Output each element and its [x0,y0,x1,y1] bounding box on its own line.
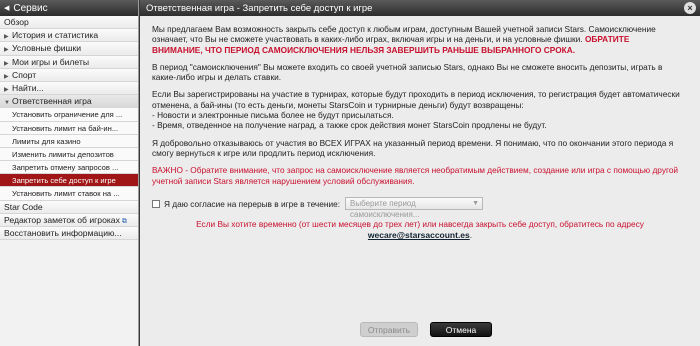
tournament-paragraph: Если Вы зарегистрированы на участие в ту… [152,89,682,130]
intro-paragraph: Мы предлагаем Вам возможность закрыть се… [152,24,682,55]
sidebar-item[interactable]: ▶ Условные фишки [0,42,138,56]
sidebar-item[interactable]: Установить лимит на бай-ин... [0,121,138,135]
sidebar-item[interactable]: ▶ Найти... [0,81,138,96]
sidebar-item-label: Ответственная игра [12,96,92,107]
info-text: Мы предлагаем Вам возможность закрыть се… [152,24,682,193]
panel-titlebar: Ответственная игра - Запретить себе дост… [140,0,700,16]
collapsed-triangle-icon: ▶ [4,73,9,80]
voluntary-paragraph: Я добровольно отказываюсь от участия во … [152,137,674,158]
sidebar: ◀ Сервис Обзор ▶ История и статистика ▶ Усло… [0,0,139,346]
sidebar-item-label: Восстановить информацию... [4,228,122,238]
collapse-arrow-icon: ◀ [4,5,10,12]
expanded-triangle-icon: ▼ [4,100,10,107]
email-suffix: . [469,230,473,240]
sidebar-item[interactable]: Установить лимит ставок на ... [0,187,138,201]
sidebar-item-label: История и статистика [12,30,99,41]
period-select[interactable]: Выберите период самоисключения... ▼ [345,197,484,219]
news-line: - Новости и электронные письма более не … [152,110,394,121]
sidebar-item[interactable]: Обзор [0,16,138,30]
sidebar-item[interactable]: Изменить лимиты депозитов [0,147,138,162]
intro-text: Мы предлагаем Вам возможность закрыть се… [152,24,656,45]
period-paragraph: В период "самоисключения" Вы можете вход… [152,61,663,83]
chevron-down-icon: ▼ [472,200,480,207]
collapsed-triangle-icon: ▶ [4,47,9,54]
panel-title: Ответственная игра - Запретить себе дост… [146,2,373,14]
cancel-button[interactable]: Отмена [430,322,492,337]
consent-checkbox[interactable] [152,199,160,208]
sidebar-item-label: Запретить себе доступ к игре [12,176,116,186]
sidebar-item-label: Мои игры и билеты [12,56,90,67]
consent-row: Я даю согласие на перерыв в игре в течен… [152,197,484,219]
sidebar-menu: Обзор ▶ История и статистика ▶ Условные фишк… [0,16,138,241]
period-select-placeholder: Выберите период самоисключения... [350,199,420,219]
sidebar-item-label: Запретить отмену запросов ... [12,163,119,173]
sidebar-item[interactable]: Запретить себе доступ к игре [0,174,138,188]
support-email-link[interactable]: wecare@starsaccount.es [368,230,470,240]
sidebar-item[interactable]: Восстановить информацию... [0,227,138,241]
sidebar-item[interactable]: ▶ Мои игры и билеты [0,55,138,69]
sidebar-item[interactable]: Установить ограничение для ... [0,108,138,122]
sidebar-item-label: Редактор заметок об игроках [4,214,120,225]
sidebar-item-label: Найти... [12,82,44,93]
sidebar-item[interactable]: ▶ История и статистика [0,29,138,43]
sidebar-item[interactable]: Запретить отмену запросов ... [0,161,138,175]
contact-block: Если Вы хотите временно (от шести месяце… [140,219,700,241]
contact-message: Если Вы хотите временно (от шести месяце… [196,219,644,229]
submit-button[interactable]: Отправить [360,322,418,337]
close-icon: × [687,3,693,13]
sidebar-title: Сервис [13,2,48,14]
sidebar-item[interactable]: Лимиты для казино [0,134,138,148]
sidebar-item-label: Условные фишки [12,43,82,54]
sidebar-item[interactable]: ▼ Ответственная игра [0,95,138,109]
sidebar-item-label: Изменить лимиты депозитов [12,149,114,159]
sidebar-item-label: Установить лимит на бай-ин... [12,123,119,133]
sidebar-item[interactable]: Редактор заметок об игроках ⧉ [0,213,138,227]
collapsed-triangle-icon: ▶ [4,34,9,41]
sidebar-header[interactable]: ◀ Сервис [0,0,138,16]
tournament-line: Если Вы зарегистрированы на участие в ту… [152,89,680,110]
rewards-line: - Время, отведенное на получение наград,… [152,120,547,131]
sidebar-item[interactable]: ▶ Спорт [0,68,138,82]
sidebar-item-label: Star Code [4,201,43,212]
collapsed-triangle-icon: ▶ [4,60,9,67]
sidebar-item-label: Обзор [4,17,29,27]
sidebar-item[interactable]: Star Code [0,200,138,214]
sidebar-item-label: Установить ограничение для ... [12,110,123,120]
external-link-icon: ⧉ [121,217,127,225]
collapsed-triangle-icon: ▶ [4,86,9,93]
consent-label: Я даю согласие на перерыв в игре в течен… [164,198,341,209]
sidebar-item-label: Лимиты для казино [12,136,81,146]
sidebar-item-label: Установить лимит ставок на ... [12,189,120,199]
main-panel: Ответственная игра - Запретить себе дост… [140,0,700,346]
sidebar-item-label: Спорт [12,69,37,80]
close-button[interactable]: × [684,2,696,14]
important-paragraph: ВАЖНО - Обратите внимание, что запрос на… [152,165,679,186]
